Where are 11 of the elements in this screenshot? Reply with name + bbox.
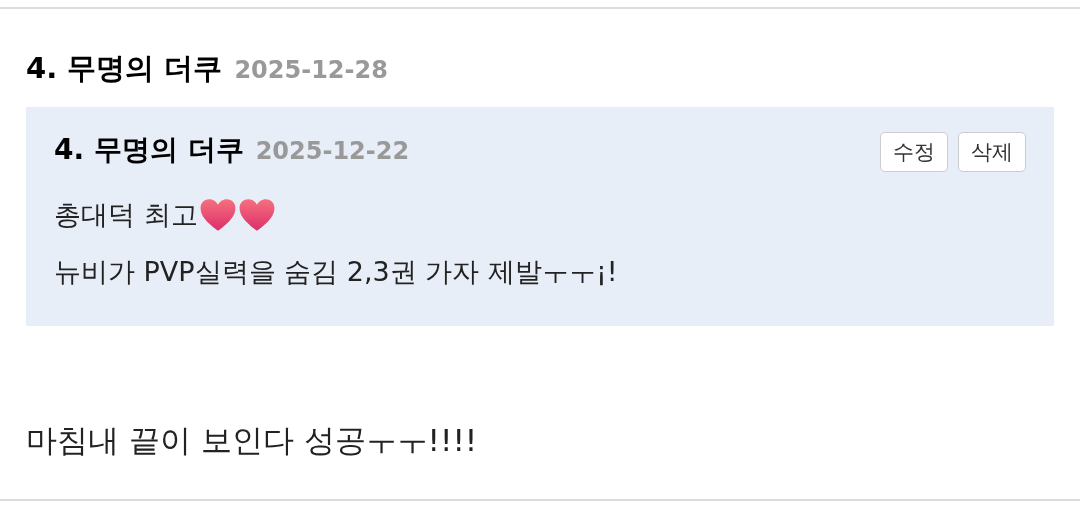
delete-button[interactable]: 삭제: [958, 132, 1026, 172]
comment-author: 4. 무명의 더쿠: [26, 50, 223, 87]
comment-text: 마침내 끝이 보인다 성공ㅜㅜ!!!!: [26, 421, 479, 460]
heart-icon: [237, 196, 276, 233]
comment-date: 2025-12-28: [234, 56, 388, 84]
heart-icon: [198, 196, 237, 233]
reply-author: 4. 무명의 더쿠: [54, 132, 244, 168]
reply-text: 뉴비가 PVP실력을 숨김 2,3권 가자 제발ㅜㅜ¡!: [54, 255, 618, 289]
reply-text: 총대덕 최고: [54, 198, 198, 232]
reply-date: 2025-12-22: [255, 137, 410, 165]
edit-button[interactable]: 수정: [880, 132, 948, 172]
